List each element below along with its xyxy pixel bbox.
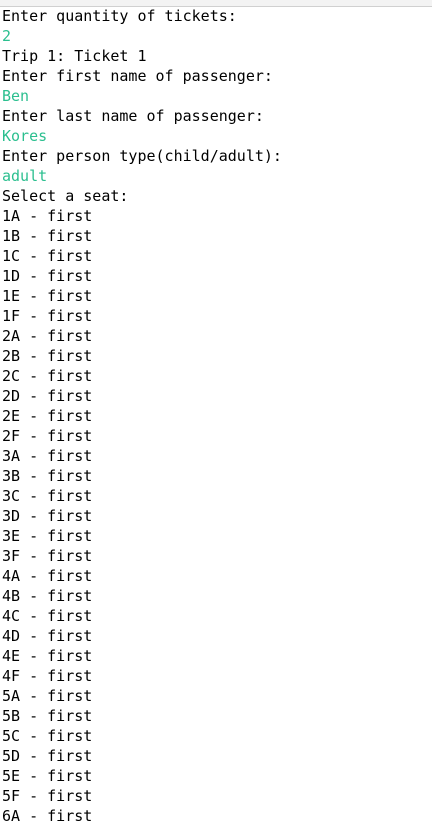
seat-list: 1A - first 1B - first 1C - first 1D - fi… xyxy=(2,206,432,826)
seat-option: 4A - first xyxy=(2,567,93,585)
seat-option: 5F - first xyxy=(2,787,93,805)
seat-option: 4E - first xyxy=(2,647,93,665)
seat-option: 3B - first xyxy=(2,467,93,485)
seat-option: 1C - first xyxy=(2,247,93,265)
person-type-prompt: Enter person type(child/adult): xyxy=(2,147,282,165)
seat-option: 3C - first xyxy=(2,487,93,505)
seat-option: 2C - first xyxy=(2,367,93,385)
first-name-prompt: Enter first name of passenger: xyxy=(2,67,273,85)
seat-option: 3F - first xyxy=(2,547,93,565)
quantity-prompt: Enter quantity of tickets: xyxy=(2,7,237,25)
trip-ticket-header: Trip 1: Ticket 1 xyxy=(2,47,147,65)
seat-option: 1A - first xyxy=(2,207,93,225)
last-name-input-echo: Kores xyxy=(2,127,48,145)
seat-prompt: Select a seat: xyxy=(2,187,129,205)
quantity-input-echo: 2 xyxy=(2,27,12,45)
seat-option: 5B - first xyxy=(2,707,93,725)
seat-option: 2F - first xyxy=(2,427,93,445)
seat-option: 5D - first xyxy=(2,747,93,765)
console-lines: Enter quantity of tickets: 2 Trip 1: Tic… xyxy=(2,6,432,826)
last-name-prompt: Enter last name of passenger: xyxy=(2,107,264,125)
seat-option: 5A - first xyxy=(2,687,93,705)
seat-option: 1B - first xyxy=(2,227,93,245)
seat-option: 3D - first xyxy=(2,507,93,525)
seat-option: 5E - first xyxy=(2,767,93,785)
seat-option: 2E - first xyxy=(2,407,93,425)
seat-option: 2D - first xyxy=(2,387,93,405)
seat-option: 2A - first xyxy=(2,327,93,345)
seat-option: 4C - first xyxy=(2,607,93,625)
seat-option: 1D - first xyxy=(2,267,93,285)
seat-option: 6A - first xyxy=(2,807,93,825)
seat-option: 1E - first xyxy=(2,287,93,305)
seat-option: 3E - first xyxy=(2,527,93,545)
seat-option: 1F - first xyxy=(2,307,93,325)
seat-option: 5C - first xyxy=(2,727,93,745)
seat-option: 2B - first xyxy=(2,347,93,365)
seat-option: 4B - first xyxy=(2,587,93,605)
first-name-input-echo: Ben xyxy=(2,87,30,105)
console-output: Enter quantity of tickets: 2 Trip 1: Tic… xyxy=(0,0,432,827)
seat-option: 4F - first xyxy=(2,667,93,685)
person-type-input-echo: adult xyxy=(2,167,48,185)
seat-option: 4D - first xyxy=(2,627,93,645)
seat-option: 3A - first xyxy=(2,447,93,465)
